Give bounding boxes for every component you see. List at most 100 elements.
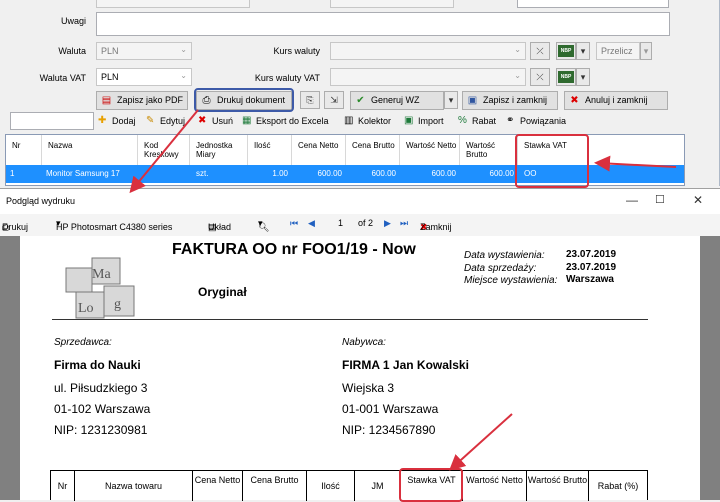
przelicz-dropdown[interactable]: ▾	[640, 42, 652, 60]
partial-combo-1[interactable]	[96, 0, 250, 8]
kurs-waluty-vat-label: Kurs waluty VAT	[254, 73, 320, 83]
zoom-button[interactable]: 🔍︎ ▾	[258, 218, 269, 232]
svg-text:Lo: Lo	[78, 301, 94, 316]
cell-wartosc-netto: 600.00	[431, 169, 456, 178]
inv-col-nazwa: Nazwa towaru	[75, 471, 193, 501]
links-button[interactable]: ⚭ Powiązania	[506, 112, 566, 130]
minimize-button[interactable]: —	[626, 193, 638, 207]
buyer-nip: NIP: 1234567890	[342, 423, 436, 437]
printer-value: HP Photosmart C4380 series	[56, 222, 173, 232]
print-button-highlight	[194, 88, 294, 112]
col-kod[interactable]: Kod Kreskowy	[138, 135, 190, 165]
col-jm[interactable]: Jednostka Miary	[190, 135, 248, 165]
save-pdf-label: Zapisz jako PDF	[117, 95, 184, 105]
preview-title: Podgląd wydruku	[6, 196, 76, 206]
wz-dropdown[interactable]: ▾	[444, 91, 458, 109]
nbp-button[interactable]: NBP	[556, 42, 576, 60]
next-page-button[interactable]: ▶	[384, 218, 391, 229]
import-icon: ▣	[404, 115, 414, 126]
col-ilosc[interactable]: Ilość	[248, 135, 292, 165]
discount-button[interactable]: % Rabat	[458, 112, 496, 130]
delete-item-button[interactable]: ✖ Usuń	[198, 112, 233, 130]
export-excel-button[interactable]: ▦ Eksport do Excela	[242, 112, 329, 130]
cell-ilosc: 1.00	[272, 169, 288, 178]
nbp-vat-button[interactable]: NBP	[556, 68, 576, 86]
export-button[interactable]: ⇲	[324, 91, 344, 109]
cell-nazwa: Monitor Samsung 17	[46, 169, 120, 178]
currency-chart-button[interactable]: ⤫	[530, 42, 550, 60]
waluta-vat-select[interactable]: PLN ⌄	[96, 68, 192, 86]
generate-wz-button[interactable]: ✔ Generuj WZ	[350, 91, 444, 110]
printer-select[interactable]: HP Photosmart C4380 series ▾	[56, 218, 172, 232]
cell-kod	[142, 165, 190, 183]
uwagi-input[interactable]	[96, 12, 670, 36]
nbp-icon: NBP	[558, 45, 574, 57]
kurs-waluty-label: Kurs waluty	[273, 46, 320, 56]
col-nr[interactable]: Nr	[6, 135, 42, 165]
invoice-title: FAKTURA OO nr FOO1/19 - Now	[172, 241, 416, 258]
export-label: Eksport do Excela	[256, 116, 329, 126]
page-number-input[interactable]: 1	[338, 218, 343, 228]
kurs-waluty-vat-select[interactable]: ⌄	[330, 68, 526, 86]
col-cena-brutto[interactable]: Cena Brutto	[346, 135, 400, 165]
invoice-items-table: Nr Nazwa towaru Cena Netto Cena Brutto I…	[50, 470, 648, 501]
delete-icon: ✖	[198, 115, 207, 126]
waluta-select[interactable]: PLN ⌄	[96, 42, 192, 60]
col-nazwa[interactable]: Nazwa	[42, 135, 138, 165]
sale-date-value: 23.07.2019	[566, 262, 617, 273]
preview-toolbar: ⎙ Drukuj HP Photosmart C4380 series ▾ ▤ …	[0, 214, 720, 236]
seller-nip: NIP: 1231230981	[54, 423, 148, 437]
buyer-label: Nabywca:	[342, 337, 386, 348]
maximize-button[interactable]: ☐	[655, 193, 665, 206]
kurs-waluty-select[interactable]: ⌄	[330, 42, 526, 60]
col-cena-netto[interactable]: Cena Netto	[292, 135, 346, 165]
discount-label: Rabat	[472, 116, 497, 126]
buyer-city: 01-001 Warszawa	[342, 402, 439, 416]
col-wartosc-brutto[interactable]: Wartość Brutto	[460, 135, 518, 165]
svg-text:Ma: Ma	[92, 267, 111, 282]
add-item-button[interactable]: ✚ Dodaj	[98, 112, 136, 130]
scan-button[interactable]: ⎘	[300, 91, 320, 109]
collector-button[interactable]: ▥ Kolektor	[344, 112, 391, 130]
invoice-vat-highlight	[399, 468, 463, 502]
collector-label: Kolektor	[358, 116, 392, 126]
save-close-label: Zapisz i zamknij	[483, 95, 548, 105]
przelicz-label: Przelicz	[601, 46, 633, 56]
chevron-down-icon: ⌄	[514, 45, 521, 54]
generate-wz-label: Generuj WZ	[371, 95, 420, 105]
partial-field-3[interactable]	[517, 0, 669, 8]
close-icon: ✖	[570, 95, 579, 106]
divider	[52, 319, 648, 320]
edit-label: Edytuj	[160, 116, 186, 126]
last-page-button[interactable]: ⏭	[400, 218, 408, 229]
cell-cena-netto: 600.00	[317, 169, 342, 178]
save-pdf-button[interactable]: ▤ Zapisz jako PDF	[96, 91, 188, 110]
cell-cena-brutto: 600.00	[371, 169, 396, 178]
col-wartosc-netto[interactable]: Wartość Netto	[400, 135, 460, 165]
delete-label: Usuń	[212, 116, 234, 126]
item-search-input[interactable]	[10, 112, 94, 130]
inv-col-jm: JM	[355, 471, 401, 501]
prev-page-button[interactable]: ◀	[308, 218, 315, 229]
nbp-vat-dropdown[interactable]: ▾	[576, 68, 590, 86]
import-label: Import	[418, 116, 444, 126]
cell-nr: 1	[10, 169, 15, 178]
przelicz-button[interactable]: Przelicz	[596, 42, 640, 60]
seller-city: 01-102 Warszawa	[54, 402, 151, 416]
inv-col-cena-brutto: Cena Brutto	[243, 471, 307, 501]
waluta-vat-value: PLN	[101, 72, 119, 82]
chevron-down-icon: ⌄	[180, 45, 187, 54]
nbp-icon: NBP	[558, 71, 574, 83]
inv-col-rabat: Rabat (%)	[597, 481, 639, 491]
cell-jm: szt.	[196, 169, 209, 178]
currency-vat-chart-button[interactable]: ⤫	[530, 68, 550, 86]
close-window-button[interactable]: ✕	[693, 193, 703, 207]
partial-combo-2[interactable]	[330, 0, 454, 8]
first-page-button[interactable]: ⏮	[290, 218, 298, 229]
nbp-dropdown[interactable]: ▾	[576, 42, 590, 60]
edit-item-button[interactable]: ✎ Edytuj	[146, 112, 185, 130]
import-button[interactable]: ▣ Import	[404, 112, 444, 130]
save-close-button[interactable]: ▣ Zapisz i zamknij	[462, 91, 558, 110]
seller-street: ul. Piłsudzkiego 3	[54, 381, 148, 395]
cancel-close-button[interactable]: ✖ Anuluj i zamknij	[564, 91, 668, 110]
